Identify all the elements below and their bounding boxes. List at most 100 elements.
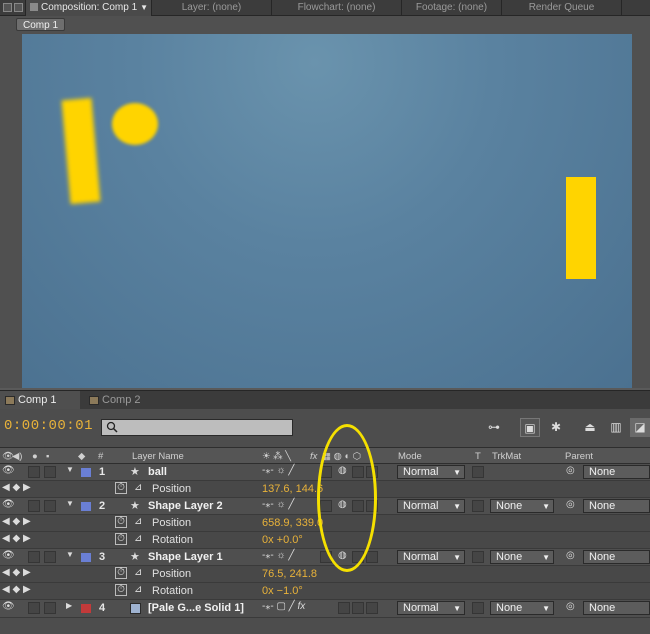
solo-icon[interactable]: ● xyxy=(32,451,38,462)
keyframe-nav-icon[interactable]: ◀ ◆ ▶ xyxy=(2,482,31,493)
layer-name[interactable]: [Pale G...e Solid 1] xyxy=(148,602,244,614)
solo-switch[interactable] xyxy=(28,466,40,478)
pickwhip-icon[interactable]: ◎ xyxy=(566,465,575,476)
property-value[interactable]: 658.9, 339.0 xyxy=(262,517,323,529)
label-tag-icon[interactable]: ◆ xyxy=(78,451,85,462)
panel-lock-icon[interactable] xyxy=(3,3,12,12)
chevron-down-icon[interactable]: ▼ xyxy=(140,0,148,16)
parent-dropdown[interactable]: None xyxy=(583,465,650,479)
shy-layers-icon[interactable]: ✱ xyxy=(546,418,566,437)
stopwatch-icon[interactable]: ⏱ xyxy=(115,482,127,494)
parent-dropdown[interactable]: None xyxy=(583,550,650,564)
lock-icon[interactable]: ▪ xyxy=(46,451,49,462)
adjustment-switch[interactable] xyxy=(352,602,364,614)
tab-comp-2[interactable]: Comp 2 xyxy=(84,391,164,410)
mode-dropdown[interactable]: Normal ▼ xyxy=(397,465,465,479)
label-color-swatch[interactable] xyxy=(81,502,91,511)
graph-icon[interactable]: ⊿ xyxy=(134,567,142,578)
3d-switch[interactable] xyxy=(366,602,378,614)
graph-icon[interactable]: ⊿ xyxy=(134,516,142,527)
motion-blur-switch[interactable] xyxy=(338,602,350,614)
trkmat-dropdown[interactable]: None ▼ xyxy=(490,499,554,513)
draft-3d-icon[interactable]: ▣ xyxy=(520,418,540,437)
flowchart-icon[interactable]: ⊶ xyxy=(484,418,504,437)
keyframe-nav-icon[interactable]: ◀ ◆ ▶ xyxy=(2,516,31,527)
solo-switch[interactable] xyxy=(28,500,40,512)
keyframe-nav-icon[interactable]: ◀ ◆ ▶ xyxy=(2,584,31,595)
layer-row[interactable]: 👁 ▼ 3 ★ Shape Layer 1 -⁎- ☼ ╱ ◍ Normal ▼ … xyxy=(0,549,650,566)
tab-render-queue[interactable]: Render Queue xyxy=(502,0,622,16)
layer-name[interactable]: ball xyxy=(148,466,167,478)
layer-switches-icon[interactable]: -⁎- ☼ ╱ xyxy=(262,499,294,510)
preserve-transparency-switch[interactable] xyxy=(472,551,484,563)
layer-name[interactable]: Shape Layer 2 xyxy=(148,500,223,512)
twirl-right-icon[interactable]: ▶ xyxy=(66,601,72,610)
lock-switch[interactable] xyxy=(44,602,56,614)
stopwatch-icon[interactable]: ⏱ xyxy=(115,516,127,528)
layer-switches-icon[interactable]: -⁎- ☼ ╱ xyxy=(262,550,294,561)
graph-icon[interactable]: ⊿ xyxy=(134,584,142,595)
label-color-swatch[interactable] xyxy=(81,468,91,477)
tab-flowchart[interactable]: Flowchart: (none) xyxy=(272,0,402,16)
property-value[interactable]: 137.6, 144.6 xyxy=(262,483,323,495)
ball-shape[interactable] xyxy=(112,103,158,145)
label-color-swatch[interactable] xyxy=(81,604,91,613)
eye-icon[interactable]: 👁 xyxy=(2,499,15,510)
eye-icon[interactable]: 👁 xyxy=(2,465,15,476)
stopwatch-icon[interactable]: ⏱ xyxy=(115,533,127,545)
layer-switches-icon[interactable]: -⁎- ▢ ╱ fx xyxy=(262,601,305,612)
column-layer-name[interactable]: Layer Name xyxy=(132,451,184,462)
layer-search-input[interactable] xyxy=(101,419,293,436)
preserve-transparency-switch[interactable] xyxy=(472,466,484,478)
property-row[interactable]: ◀ ◆ ▶ ⏱ ⊿ Rotation 0x −1.0° xyxy=(0,583,650,600)
tab-comp-1[interactable]: Comp 1 xyxy=(0,391,80,410)
mode-dropdown[interactable]: Normal ▼ xyxy=(397,601,465,615)
property-row[interactable]: ◀ ◆ ▶ ⏱ ⊿ Position 76.5, 241.8 xyxy=(0,566,650,583)
parent-dropdown[interactable]: None xyxy=(583,499,650,513)
property-value[interactable]: 76.5, 241.8 xyxy=(262,568,317,580)
panel-menu-area[interactable] xyxy=(0,0,26,16)
comp-navigator-chip[interactable]: Comp 1 xyxy=(16,18,66,31)
property-value[interactable]: 0x +0.0° xyxy=(262,534,303,546)
lock-switch[interactable] xyxy=(44,551,56,563)
3d-switch[interactable] xyxy=(366,551,378,563)
twirl-down-icon[interactable]: ▼ xyxy=(66,550,74,559)
trkmat-dropdown[interactable]: None ▼ xyxy=(490,550,554,564)
layer-row[interactable]: 👁 ▶ 4 [Pale G...e Solid 1] -⁎- ▢ ╱ fx No… xyxy=(0,600,650,618)
comp-canvas[interactable] xyxy=(22,34,632,388)
tab-composition[interactable]: Composition: Comp 1 ▼ xyxy=(26,0,152,16)
pickwhip-icon[interactable]: ◎ xyxy=(566,601,575,612)
parent-dropdown[interactable]: None xyxy=(583,601,650,615)
mode-dropdown[interactable]: Normal ▼ xyxy=(397,499,465,513)
panel-view-icon[interactable] xyxy=(14,3,23,12)
preserve-transparency-switch[interactable] xyxy=(472,500,484,512)
keyframe-nav-icon[interactable]: ◀ ◆ ▶ xyxy=(2,567,31,578)
current-time-display[interactable]: 0:00:00:01 xyxy=(4,418,93,434)
mode-dropdown[interactable]: Normal ▼ xyxy=(397,550,465,564)
frame-blending-icon[interactable]: ⏏ xyxy=(580,418,600,437)
stopwatch-icon[interactable]: ⏱ xyxy=(115,584,127,596)
twirl-down-icon[interactable]: ▼ xyxy=(66,499,74,508)
eye-icon[interactable]: 👁 xyxy=(2,601,15,612)
right-paddle-shape[interactable] xyxy=(566,177,596,279)
property-value[interactable]: 0x −1.0° xyxy=(262,585,303,597)
pickwhip-icon[interactable]: ◎ xyxy=(566,550,575,561)
motion-blur-icon[interactable]: ▥ xyxy=(606,418,626,437)
tab-layer[interactable]: Layer: (none) xyxy=(152,0,272,16)
twirl-down-icon[interactable]: ▼ xyxy=(66,465,74,474)
audio-icon[interactable]: ◀) xyxy=(12,451,22,462)
lock-switch[interactable] xyxy=(44,466,56,478)
graph-icon[interactable]: ⊿ xyxy=(134,482,142,493)
label-color-swatch[interactable] xyxy=(81,553,91,562)
layer-switches-icon[interactable]: -⁎- ☼ ╱ xyxy=(262,465,294,476)
pickwhip-icon[interactable]: ◎ xyxy=(566,499,575,510)
preserve-transparency-switch[interactable] xyxy=(472,602,484,614)
keyframe-nav-icon[interactable]: ◀ ◆ ▶ xyxy=(2,533,31,544)
tab-footage[interactable]: Footage: (none) xyxy=(402,0,502,16)
layer-name[interactable]: Shape Layer 1 xyxy=(148,551,223,563)
solo-switch[interactable] xyxy=(28,602,40,614)
stopwatch-icon[interactable]: ⏱ xyxy=(115,567,127,579)
eye-icon[interactable]: 👁 xyxy=(2,550,15,561)
lock-switch[interactable] xyxy=(44,500,56,512)
graph-icon[interactable]: ⊿ xyxy=(134,533,142,544)
